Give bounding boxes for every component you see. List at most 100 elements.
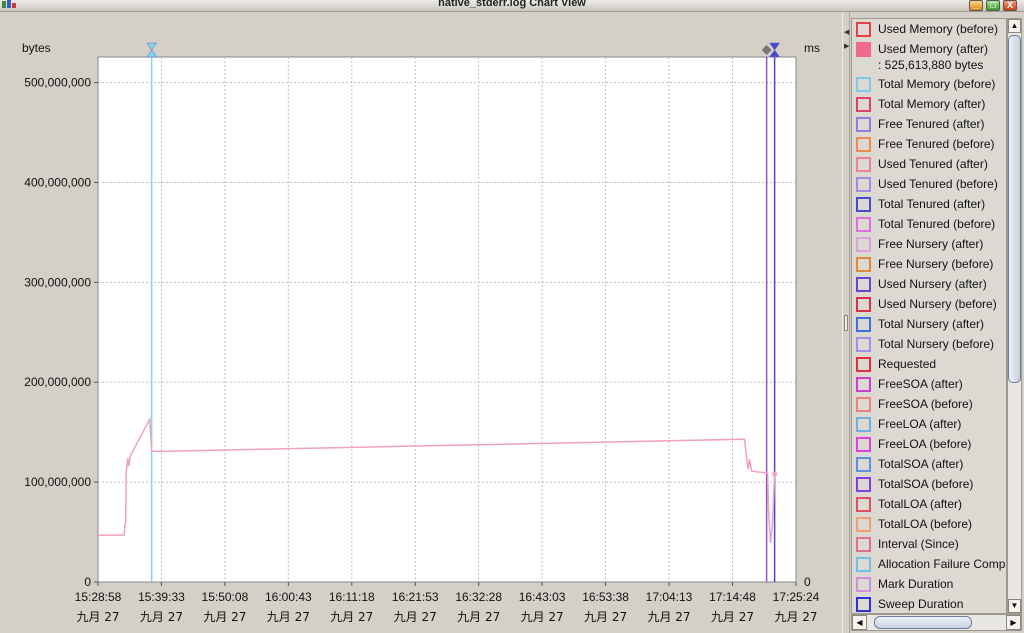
legend-swatch-icon[interactable] [856, 237, 871, 252]
legend-item[interactable]: Used Memory (before) [852, 19, 1006, 39]
legend-item[interactable]: FreeLOA (before) [852, 434, 1006, 454]
scroll-down-button[interactable]: ▼ [1008, 599, 1021, 613]
legend-swatch-icon[interactable] [856, 497, 871, 512]
legend-swatch-icon[interactable] [856, 557, 871, 572]
legend-item[interactable]: Total Memory (after) [852, 94, 1006, 114]
legend-swatch-icon[interactable] [856, 22, 871, 37]
scroll-right-button[interactable]: ▶ [1006, 615, 1021, 630]
legend-item[interactable]: TotalSOA (after) [852, 454, 1006, 474]
x-tick-time-label: 16:21:53 [392, 590, 439, 604]
legend-item[interactable]: Allocation Failure Comp [852, 554, 1006, 574]
x-tick-time-label: 16:00:43 [265, 590, 312, 604]
legend-item[interactable]: Free Tenured (before) [852, 134, 1006, 154]
legend-item[interactable]: TotalSOA (before) [852, 474, 1006, 494]
legend-swatch-icon[interactable] [856, 157, 871, 172]
minimize-button[interactable]: _ [969, 0, 983, 11]
legend-item[interactable]: Requested [852, 354, 1006, 374]
legend-label: Free Nursery (after) [878, 237, 984, 251]
divider-grip-icon[interactable] [844, 315, 848, 331]
scroll-left-button[interactable]: ◀ [852, 615, 867, 630]
x-tick-time-label: 17:04:13 [646, 590, 693, 604]
legend-swatch-icon[interactable] [856, 537, 871, 552]
x-tick-time-label: 15:28:58 [75, 590, 122, 604]
legend-item[interactable]: Total Nursery (after) [852, 314, 1006, 334]
legend-item[interactable]: Total Tenured (after) [852, 194, 1006, 214]
chart-panel: 0 100,000,000 200,000,000 300,000,000 400,00… [0, 12, 842, 633]
legend-item[interactable]: Used Memory (after): 525,613,880 bytes [852, 39, 1006, 74]
legend-swatch-icon[interactable] [856, 337, 871, 352]
legend-swatch-icon[interactable] [856, 137, 871, 152]
x-tick-time-label: 17:14:48 [709, 590, 756, 604]
legend-item[interactable]: FreeLOA (after) [852, 414, 1006, 434]
legend-item[interactable]: Used Tenured (before) [852, 174, 1006, 194]
legend-swatch-icon[interactable] [856, 517, 871, 532]
scroll-up-button[interactable]: ▲ [1008, 19, 1021, 33]
legend-swatch-icon[interactable] [856, 397, 871, 412]
y-axis-label: bytes [22, 41, 51, 55]
close-button[interactable]: X [1003, 0, 1017, 11]
legend-swatch-icon[interactable] [856, 477, 871, 492]
x-tick-date-label: 九月 27 [140, 610, 183, 624]
x-tick-date-label: 九月 27 [203, 610, 246, 624]
legend-swatch-icon[interactable] [856, 277, 871, 292]
legend-swatch-icon[interactable] [856, 177, 871, 192]
legend-panel[interactable]: Used Memory (before) Used Memory (after):… [851, 18, 1007, 614]
legend-item[interactable]: TotalLOA (before) [852, 514, 1006, 534]
legend-swatch-icon[interactable] [856, 597, 871, 612]
horizontal-scroll-thumb[interactable] [874, 616, 972, 629]
legend-label: Used Tenured (after) [878, 157, 988, 171]
legend-item[interactable]: FreeSOA (after) [852, 374, 1006, 394]
legend-item[interactable]: Sweep Duration [852, 594, 1006, 613]
y2-axis-label: ms [804, 41, 820, 55]
legend-swatch-icon[interactable] [856, 357, 871, 372]
expand-right-icon[interactable]: ▶ [844, 42, 849, 50]
split-divider[interactable]: ◀ ▶ [842, 12, 850, 633]
legend-swatch-icon[interactable] [856, 117, 871, 132]
legend-item[interactable]: Free Nursery (before) [852, 254, 1006, 274]
x-tick-time-label: 15:50:08 [202, 590, 249, 604]
legend-swatch-icon[interactable] [856, 77, 871, 92]
y-tick-label: 200,000,000 [24, 375, 91, 389]
legend-swatch-icon[interactable] [856, 197, 871, 212]
legend-swatch-icon[interactable] [856, 217, 871, 232]
legend-swatch-icon[interactable] [856, 257, 871, 272]
memory-chart[interactable]: 0 100,000,000 200,000,000 300,000,000 400,00… [0, 12, 842, 633]
legend-swatch-icon[interactable] [856, 297, 871, 312]
legend-item[interactable]: Free Tenured (after) [852, 114, 1006, 134]
legend-item[interactable]: Total Nursery (before) [852, 334, 1006, 354]
legend-item[interactable]: FreeSOA (before) [852, 394, 1006, 414]
vertical-scroll-thumb[interactable] [1008, 35, 1021, 383]
legend-item[interactable]: Used Nursery (before) [852, 294, 1006, 314]
legend-horizontal-scrollbar[interactable]: ◀ ▶ [851, 614, 1022, 631]
legend-label: Sweep Duration [878, 597, 964, 611]
legend-item[interactable]: Total Memory (before) [852, 74, 1006, 94]
legend-value-readout: : 525,613,880 bytes [878, 58, 984, 72]
legend-swatch-icon[interactable] [856, 97, 871, 112]
legend-swatch-icon[interactable] [856, 42, 871, 57]
y-tick-label: 300,000,000 [24, 275, 91, 289]
legend-label: Used Memory (before) [878, 22, 999, 36]
x-tick-time-label: 17:25:24 [773, 590, 820, 604]
legend-swatch-icon[interactable] [856, 457, 871, 472]
legend-swatch-icon[interactable] [856, 417, 871, 432]
legend-item[interactable]: TotalLOA (after) [852, 494, 1006, 514]
y-tick-label: 100,000,000 [24, 475, 91, 489]
series-point [772, 471, 778, 477]
legend-label: FreeLOA (after) [878, 417, 962, 431]
legend-swatch-icon[interactable] [856, 437, 871, 452]
maximize-button[interactable]: □ [986, 0, 1000, 11]
x-tick-date-label: 九月 27 [711, 610, 754, 624]
legend-swatch-icon[interactable] [856, 577, 871, 592]
legend-item[interactable]: Total Tenured (before) [852, 214, 1006, 234]
window-title: native_stderr.log Chart View [438, 0, 586, 9]
legend-item[interactable]: Interval (Since) [852, 534, 1006, 554]
legend-item[interactable]: Free Nursery (after) [852, 234, 1006, 254]
diamond-icon [761, 45, 772, 55]
legend-item[interactable]: Used Tenured (after) [852, 154, 1006, 174]
legend-swatch-icon[interactable] [856, 317, 871, 332]
collapse-left-icon[interactable]: ◀ [844, 28, 849, 36]
legend-vertical-scrollbar[interactable]: ▲ ▼ [1007, 18, 1022, 614]
legend-item[interactable]: Mark Duration [852, 574, 1006, 594]
legend-swatch-icon[interactable] [856, 377, 871, 392]
legend-item[interactable]: Used Nursery (after) [852, 274, 1006, 294]
